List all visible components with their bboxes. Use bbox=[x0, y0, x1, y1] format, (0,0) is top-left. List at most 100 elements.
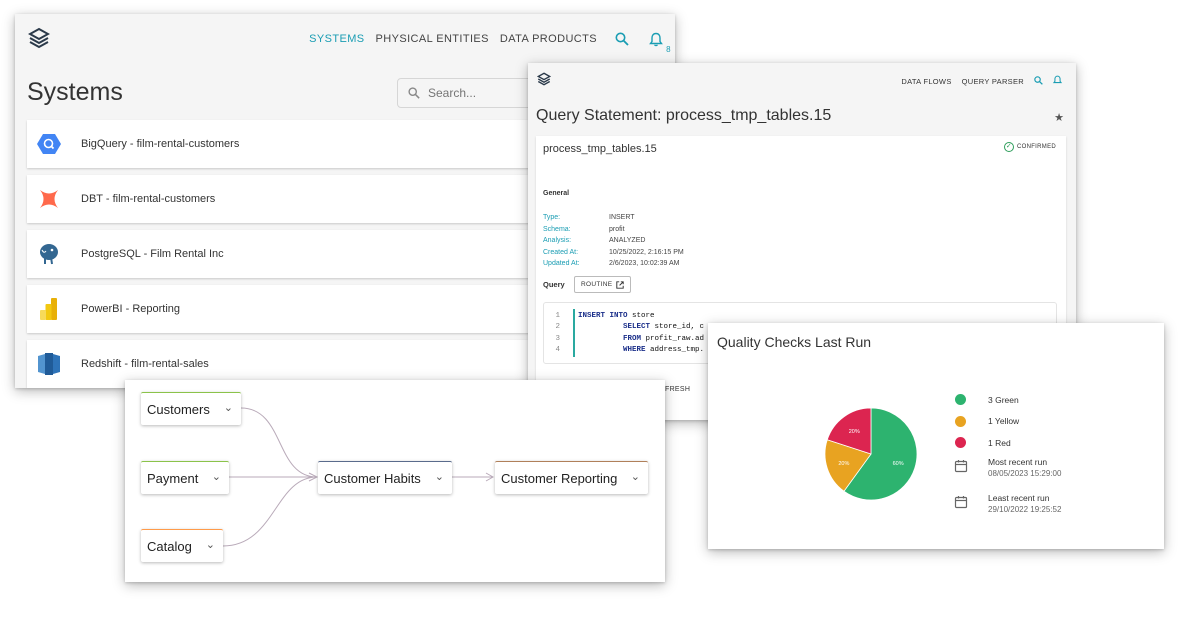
nav-data-flows[interactable]: DATA FLOWS bbox=[901, 77, 951, 86]
legend-label: 1 Yellow bbox=[988, 416, 1020, 427]
system-label: BigQuery - film-rental-customers bbox=[81, 138, 240, 150]
sql-keyword: SELECT bbox=[623, 323, 651, 332]
code-line: 1 INSERT INTO store bbox=[544, 311, 1056, 322]
chevron-down-icon[interactable]: ⌄ bbox=[224, 401, 233, 414]
search-icon[interactable] bbox=[1034, 75, 1043, 87]
property-value: 2/6/2023, 10:02:39 AM bbox=[609, 260, 680, 267]
status-label: CONFIRMED bbox=[1016, 144, 1056, 150]
status-badge: ✓ CONFIRMED bbox=[1003, 142, 1056, 152]
property-row: Created At: 10/25/2022, 2:16:15 PM bbox=[543, 247, 684, 259]
property-key: Created At: bbox=[543, 248, 579, 256]
node-label: Customers bbox=[147, 401, 210, 417]
run-history: Most recent run 08/05/2023 15:29:00 Leas… bbox=[954, 456, 1061, 528]
dbt-icon bbox=[37, 187, 61, 211]
run-timestamp: 08/05/2023 15:29:00 bbox=[988, 469, 1062, 478]
lineage-node-catalog[interactable]: Catalog ⌄ bbox=[141, 529, 223, 562]
top-nav: SYSTEMS PHYSICAL ENTITIES DATA PRODUCTS … bbox=[298, 30, 671, 54]
search-icon[interactable] bbox=[613, 30, 631, 48]
legend-swatch bbox=[955, 394, 966, 406]
lineage-node-customer-reporting[interactable]: Customer Reporting ⌄ bbox=[495, 461, 648, 494]
check-circle-icon: ✓ bbox=[1003, 142, 1014, 152]
pie-slice-label: 20% bbox=[838, 461, 849, 467]
refresh-button[interactable]: FRESH bbox=[665, 386, 690, 393]
property-value: ANALYZED bbox=[609, 237, 646, 244]
node-label: Customer Reporting bbox=[501, 470, 618, 486]
property-row: Updated At: 2/6/2023, 10:02:39 AM bbox=[543, 258, 684, 270]
node-label: Payment bbox=[147, 470, 199, 486]
postgresql-icon bbox=[37, 242, 61, 266]
sql-text: profit_raw.ad bbox=[641, 334, 705, 343]
property-row: Analysis: ANALYZED bbox=[543, 235, 684, 247]
panel-title: Quality Checks Last Run bbox=[717, 334, 872, 350]
chevron-down-icon[interactable]: ⌄ bbox=[206, 538, 215, 551]
least-recent-run: Least recent run 29/10/2022 19:25:52 bbox=[954, 492, 1061, 515]
system-label: PostgreSQL - Film Rental Inc bbox=[81, 248, 224, 260]
app-logo-icon[interactable] bbox=[28, 27, 50, 49]
nav-query-parser[interactable]: QUERY PARSER bbox=[962, 77, 1024, 86]
query-name: process_tmp_tables.15 bbox=[543, 143, 657, 155]
routine-label: ROUTINE bbox=[581, 281, 613, 288]
nav-physical-entities[interactable]: PHYSICAL ENTITIES bbox=[376, 33, 489, 45]
most-recent-run: Most recent run 08/05/2023 15:29:00 bbox=[954, 456, 1061, 479]
page-title: Systems bbox=[27, 78, 123, 106]
legend-item-green: 3 Green bbox=[954, 389, 1019, 411]
legend-label: 1 Red bbox=[988, 437, 1011, 448]
notifications-bell-icon[interactable] bbox=[1052, 75, 1063, 87]
run-label: Least recent run bbox=[988, 493, 1050, 503]
run-label: Most recent run bbox=[988, 457, 1048, 467]
lineage-node-payment[interactable]: Payment ⌄ bbox=[141, 461, 229, 494]
search-icon bbox=[408, 87, 420, 99]
lineage-window: Customers ⌄ Payment ⌄ Catalog ⌄ Customer Ha… bbox=[125, 380, 665, 582]
property-key: Updated At: bbox=[543, 260, 580, 267]
pie-slice-label: 60% bbox=[893, 461, 904, 467]
system-label: Redshift - film-rental-sales bbox=[81, 358, 209, 370]
sql-keyword: WHERE bbox=[623, 345, 646, 354]
bigquery-icon bbox=[37, 132, 61, 156]
powerbi-icon bbox=[37, 297, 61, 321]
nav-data-products[interactable]: DATA PRODUCTS bbox=[500, 33, 597, 45]
legend-item-yellow: 1 Yellow bbox=[954, 411, 1019, 433]
run-timestamp: 29/10/2022 19:25:52 bbox=[988, 505, 1062, 514]
page-title: Query Statement: process_tmp_tables.15 bbox=[536, 107, 832, 124]
notifications-bell-icon[interactable]: 8 bbox=[647, 30, 671, 54]
properties-list: Type: INSERT Schema: profit Analysis: ANALY… bbox=[543, 212, 684, 270]
quality-checks-window: Quality Checks Last Run 60% 20% 20% 3 Gree… bbox=[708, 323, 1164, 549]
chevron-down-icon[interactable]: ⌄ bbox=[631, 470, 640, 483]
legend-item-red: 1 Red bbox=[954, 432, 1019, 454]
app-logo-icon[interactable] bbox=[537, 72, 551, 86]
external-link-icon bbox=[616, 280, 625, 289]
routine-button[interactable]: ROUTINE bbox=[574, 276, 632, 293]
chart-legend: 3 Green 1 Yellow 1 Red bbox=[954, 389, 1019, 454]
sql-text: store bbox=[627, 312, 655, 320]
calendar-icon bbox=[954, 460, 968, 473]
quality-pie-chart: 60% 20% 20% bbox=[824, 407, 918, 501]
property-key: Analysis: bbox=[543, 237, 572, 244]
line-number: 1 bbox=[555, 312, 560, 320]
chevron-down-icon[interactable]: ⌄ bbox=[435, 470, 444, 483]
lineage-node-customers[interactable]: Customers ⌄ bbox=[141, 392, 241, 425]
property-key: Schema: bbox=[543, 225, 571, 233]
system-label: DBT - film-rental-customers bbox=[81, 193, 216, 205]
sql-keyword: FROM bbox=[623, 334, 642, 343]
legend-swatch bbox=[955, 437, 966, 449]
property-value: INSERT bbox=[609, 214, 635, 221]
legend-swatch bbox=[955, 415, 966, 427]
code-gutter bbox=[573, 309, 575, 357]
query-label: Query bbox=[543, 280, 565, 289]
calendar-icon bbox=[954, 496, 968, 509]
nav-systems[interactable]: SYSTEMS bbox=[309, 33, 364, 45]
sql-keyword: INSERT INTO bbox=[578, 312, 628, 320]
legend-label: 3 Green bbox=[988, 394, 1019, 405]
node-label: Customer Habits bbox=[324, 470, 421, 486]
chevron-down-icon[interactable]: ⌄ bbox=[212, 470, 221, 483]
lineage-node-customer-habits[interactable]: Customer Habits ⌄ bbox=[318, 461, 452, 494]
line-number: 3 bbox=[555, 334, 560, 343]
system-label: PowerBI - Reporting bbox=[81, 303, 181, 315]
favorite-star-icon[interactable]: ★ bbox=[1054, 111, 1064, 124]
section-heading: General bbox=[543, 190, 570, 197]
property-row: Type: INSERT bbox=[543, 212, 684, 224]
redshift-icon bbox=[37, 352, 61, 376]
sql-text: address_tmp. bbox=[645, 345, 705, 354]
property-value: 10/25/2022, 2:16:15 PM bbox=[609, 248, 684, 256]
pie-slice-label: 20% bbox=[849, 429, 860, 435]
